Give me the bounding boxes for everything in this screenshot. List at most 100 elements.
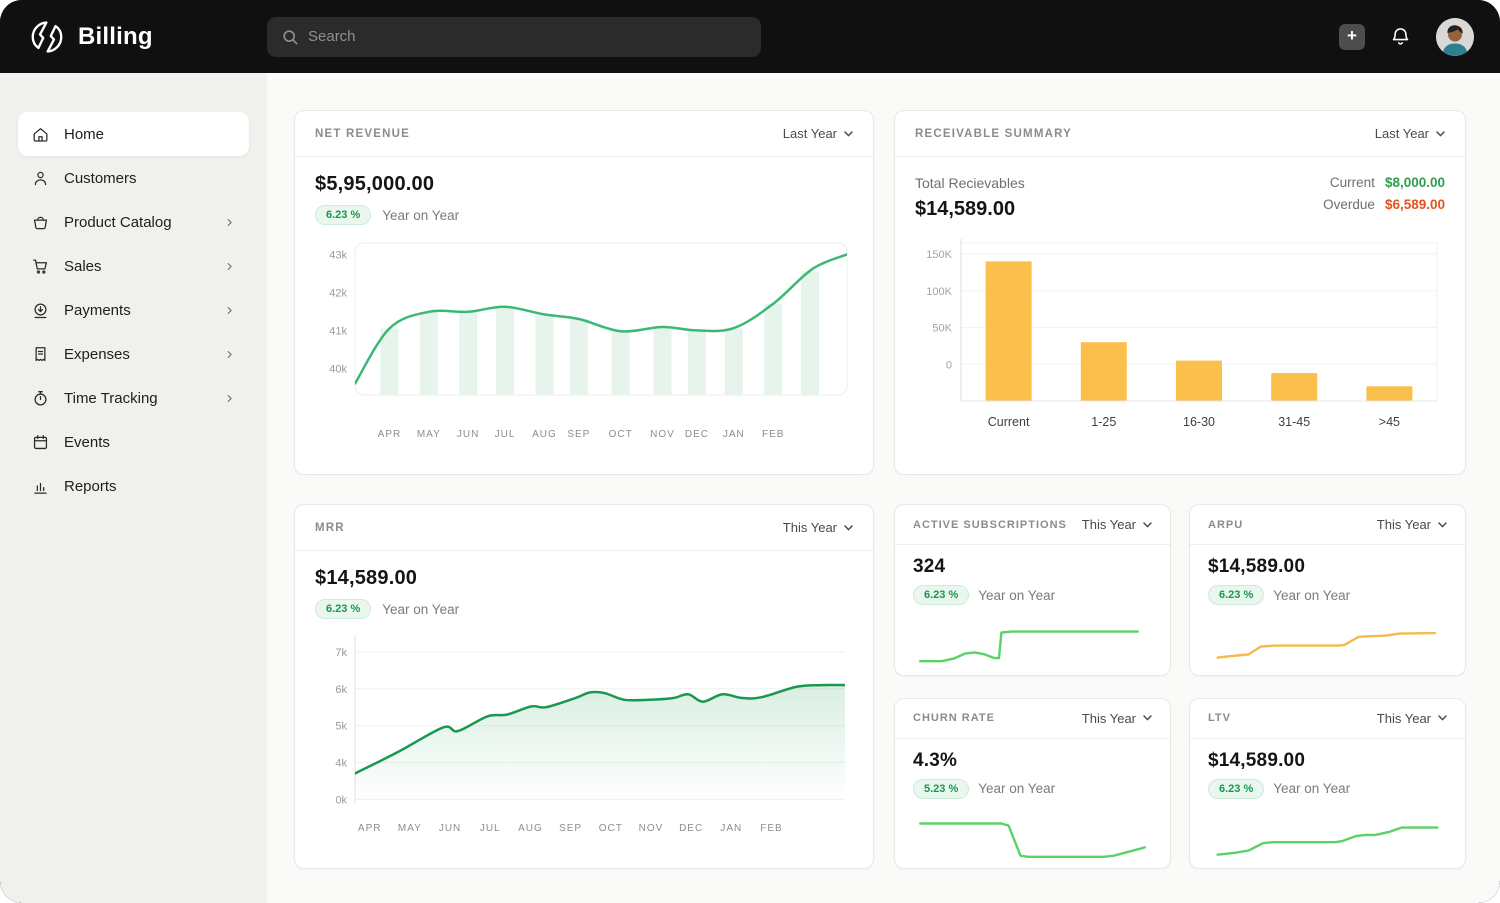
- sidebar-item-label: Customers: [64, 170, 137, 187]
- svg-text:16-30: 16-30: [1183, 415, 1215, 429]
- period-value: Last Year: [1375, 126, 1429, 141]
- yoy-label: Year on Year: [382, 208, 459, 223]
- period-value: This Year: [1377, 711, 1431, 726]
- period-selector[interactable]: Last Year: [783, 126, 853, 141]
- yoy-badge: 5.23 %: [913, 779, 969, 799]
- arpu-sparkline: [1208, 614, 1447, 676]
- active-subscriptions-sparkline: [913, 614, 1152, 676]
- svg-text:DEC: DEC: [685, 429, 709, 440]
- chevron-down-icon: [844, 131, 853, 137]
- card-title: ACTIVE SUBSCRIPTIONS: [913, 519, 1067, 531]
- period-value: Last Year: [783, 126, 837, 141]
- svg-text:OCT: OCT: [609, 429, 633, 440]
- net-revenue-value: $5,95,000.00: [315, 173, 853, 196]
- svg-text:JAN: JAN: [720, 823, 742, 834]
- svg-text:100K: 100K: [926, 286, 952, 298]
- add-new-button[interactable]: +: [1339, 24, 1365, 50]
- svg-text:APR: APR: [358, 823, 382, 834]
- yoy-label: Year on Year: [1273, 588, 1350, 603]
- svg-text:5k: 5k: [335, 721, 347, 733]
- period-selector[interactable]: This Year: [1377, 517, 1447, 532]
- sidebar-item-time-tracking[interactable]: Time Tracking: [18, 376, 249, 420]
- active-subscriptions-card: ACTIVE SUBSCRIPTIONS This Year 324 6.23 …: [894, 504, 1171, 676]
- svg-text:MAY: MAY: [417, 429, 441, 440]
- main-content: NET REVENUE Last Year $5,95,000.00 6.23 …: [267, 73, 1500, 903]
- yoy-label: Year on Year: [978, 781, 1055, 796]
- period-value: This Year: [783, 520, 837, 535]
- chevron-right-icon: [223, 216, 236, 229]
- card-title: CHURN RATE: [913, 712, 995, 724]
- current-value: $8,000.00: [1385, 175, 1445, 190]
- receivable-aging-chart: 150K100K50K0Current1-2516-3031-45>45: [895, 233, 1465, 450]
- period-selector[interactable]: Last Year: [1375, 126, 1445, 141]
- svg-text:4k: 4k: [335, 757, 347, 769]
- period-selector[interactable]: This Year: [1082, 711, 1152, 726]
- sidebar-item-product-catalog[interactable]: Product Catalog: [18, 200, 249, 244]
- chevron-right-icon: [223, 392, 236, 405]
- svg-text:FEB: FEB: [762, 429, 784, 440]
- period-value: This Year: [1377, 517, 1431, 532]
- sidebar-item-expenses[interactable]: Expenses: [18, 332, 249, 376]
- sidebar-item-events[interactable]: Events: [18, 420, 249, 464]
- yoy-badge: 6.23 %: [913, 585, 969, 605]
- svg-text:JUL: JUL: [495, 429, 516, 440]
- mrr-chart: 7k6k5k4k0kAPRMAYJUNJULAUGSEPOCTNOVDECJAN…: [315, 631, 853, 848]
- arpu-card: ARPU This Year $14,589.00 6.23 % Year on…: [1189, 504, 1466, 676]
- period-selector[interactable]: This Year: [783, 520, 853, 535]
- chevron-down-icon: [1143, 715, 1152, 721]
- sidebar-nav: Home Customers Product Catalog Sales Payment…: [0, 73, 267, 903]
- sidebar-item-label: Expenses: [64, 346, 130, 363]
- net-revenue-card: NET REVENUE Last Year $5,95,000.00 6.23 …: [294, 110, 874, 475]
- sidebar-item-label: Events: [64, 434, 110, 451]
- period-selector[interactable]: This Year: [1082, 517, 1152, 532]
- chevron-right-icon: [223, 348, 236, 361]
- total-receivables-label: Total Recievables: [915, 175, 1025, 191]
- sidebar-item-label: Home: [64, 126, 104, 143]
- period-selector[interactable]: This Year: [1377, 711, 1447, 726]
- churn-rate-value: 4.3%: [913, 750, 1152, 772]
- chevron-right-icon: [223, 304, 236, 317]
- receivable-summary-card: RECEIVABLE SUMMARY Last Year Total Recie…: [894, 110, 1466, 475]
- svg-text:SEP: SEP: [559, 823, 582, 834]
- active-subscriptions-value: 324: [913, 556, 1152, 578]
- app-window: Billing +: [0, 0, 1500, 903]
- sidebar-item-payments[interactable]: Payments: [18, 288, 249, 332]
- sidebar-item-customers[interactable]: Customers: [18, 156, 249, 200]
- svg-text:50K: 50K: [932, 323, 952, 335]
- sidebar-item-label: Reports: [64, 478, 117, 495]
- churn-rate-card: CHURN RATE This Year 4.3% 5.23 % Year on…: [894, 698, 1171, 870]
- sidebar-item-label: Product Catalog: [64, 214, 172, 231]
- overdue-value: $6,589.00: [1385, 197, 1445, 212]
- cart-icon: [31, 257, 50, 276]
- card-title: NET REVENUE: [315, 128, 410, 140]
- svg-text:7k: 7k: [335, 647, 347, 659]
- churn-rate-sparkline: [913, 808, 1152, 870]
- svg-text:NOV: NOV: [650, 429, 675, 440]
- chevron-down-icon: [1436, 131, 1445, 137]
- card-title: LTV: [1208, 712, 1231, 724]
- chevron-right-icon: [223, 260, 236, 273]
- card-title: MRR: [315, 522, 345, 534]
- svg-text:42k: 42k: [329, 287, 347, 299]
- svg-text:JAN: JAN: [723, 429, 745, 440]
- ltv-value: $14,589.00: [1208, 750, 1447, 772]
- sidebar-item-sales[interactable]: Sales: [18, 244, 249, 288]
- svg-text:41k: 41k: [329, 325, 347, 337]
- mrr-value: $14,589.00: [315, 567, 853, 590]
- notifications-bell-icon[interactable]: [1389, 25, 1412, 48]
- content: Home Customers Product Catalog Sales Payment…: [0, 73, 1500, 903]
- svg-text:DEC: DEC: [679, 823, 703, 834]
- app-logo: Billing: [28, 18, 267, 56]
- svg-text:JUL: JUL: [480, 823, 501, 834]
- sidebar-item-home[interactable]: Home: [18, 112, 249, 156]
- home-icon: [31, 125, 50, 144]
- svg-text:MAY: MAY: [398, 823, 422, 834]
- svg-text:SEP: SEP: [567, 429, 590, 440]
- yoy-badge: 6.23 %: [1208, 779, 1264, 799]
- search-input[interactable]: [267, 17, 761, 57]
- svg-text:NOV: NOV: [639, 823, 664, 834]
- sidebar-item-label: Payments: [64, 302, 131, 319]
- mrr-card: MRR This Year $14,589.00 6.23 % Year on …: [294, 504, 874, 869]
- user-avatar[interactable]: [1436, 18, 1474, 56]
- sidebar-item-reports[interactable]: Reports: [18, 464, 249, 508]
